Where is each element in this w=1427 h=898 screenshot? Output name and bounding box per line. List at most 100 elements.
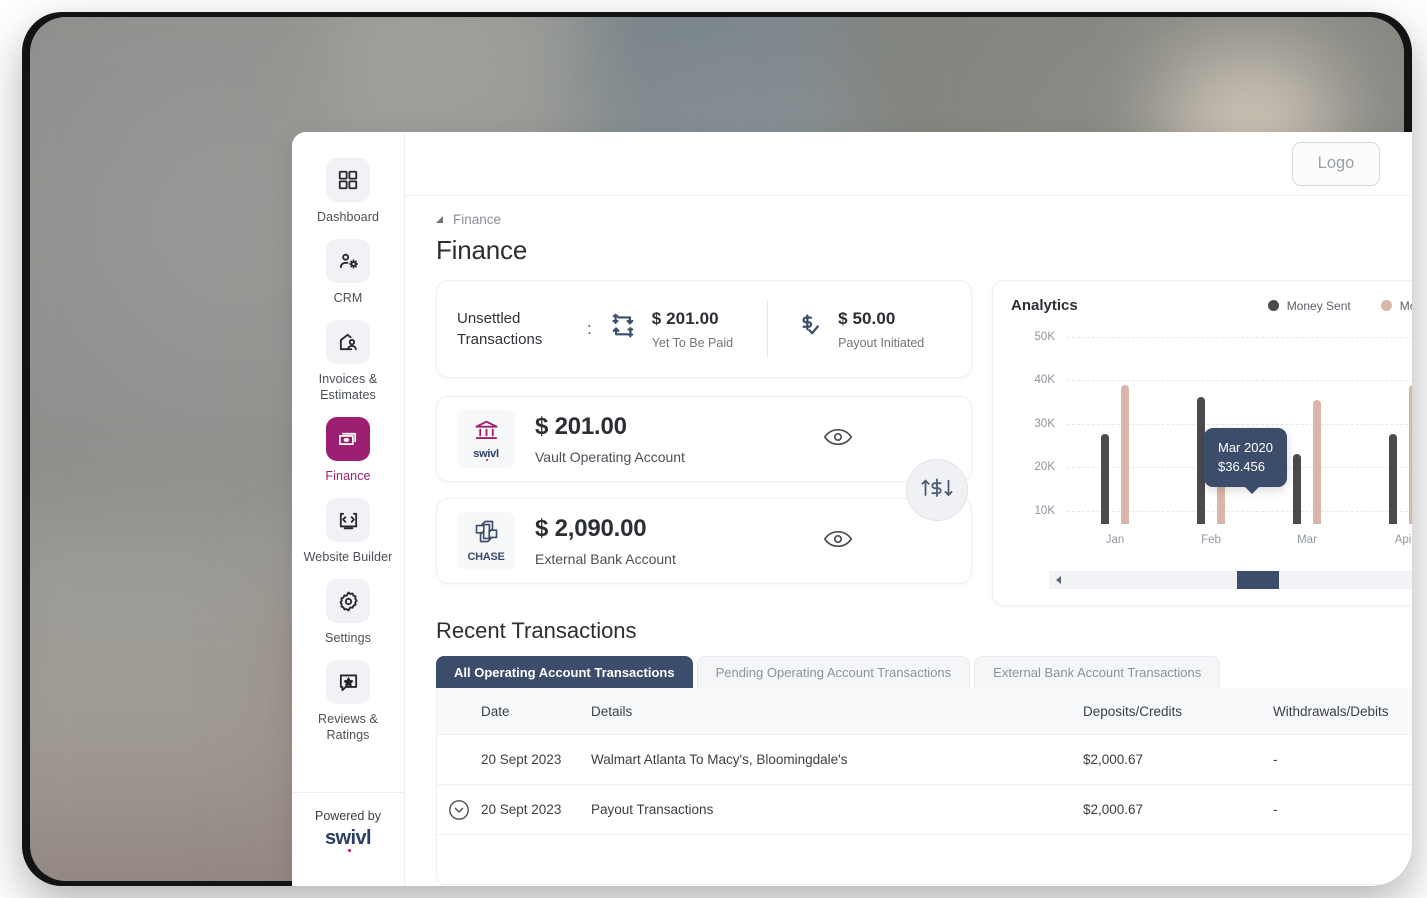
account-brand-label: CHASE xyxy=(467,551,505,563)
column-header-date: Date xyxy=(481,703,510,719)
table-empty-row xyxy=(437,834,1412,884)
sidebar-item-label: Settings xyxy=(325,631,371,645)
scroll-left-icon[interactable] xyxy=(1056,576,1061,584)
sidebar-item-settings[interactable]: Settings xyxy=(292,579,404,646)
chart-scrollbar[interactable] xyxy=(1049,571,1412,589)
bank-building-icon xyxy=(473,419,500,446)
sidebar-footer: Powered by swivl xyxy=(292,792,404,852)
column-header-deposits: Deposits/Credits xyxy=(1083,703,1183,719)
y-axis-tick: 10K xyxy=(1034,504,1055,517)
bar-money-received[interactable] xyxy=(1121,385,1129,524)
column-header-withdrawals: Withdrawals/Debits xyxy=(1273,703,1389,719)
account-amount: $ 201.00 xyxy=(535,413,627,440)
y-axis-tick: 20K xyxy=(1034,461,1055,474)
expand-cell xyxy=(437,799,481,821)
grid-icon xyxy=(326,158,370,202)
x-axis-tick: Feb xyxy=(1201,534,1221,546)
account-name: External Bank Account xyxy=(535,551,676,567)
metric-value: $ 50.00 xyxy=(838,308,896,328)
chevron-down-circle-icon[interactable] xyxy=(448,799,470,821)
chart-legend: Money Sent Money Received xyxy=(1267,298,1412,313)
sidebar-item-crm[interactable]: CRM xyxy=(292,239,404,306)
sidebar-item-reviews-ratings[interactable]: Reviews & Ratings xyxy=(292,660,404,743)
breadcrumb: Finance xyxy=(436,212,1412,227)
table-header-row: Date Details Deposits/Credits Withdrawal… xyxy=(437,688,1412,734)
bar-money-sent[interactable] xyxy=(1101,434,1109,524)
cell-date: 20 Sept 2023 xyxy=(481,802,562,817)
breadcrumb-label[interactable]: Finance xyxy=(453,212,501,227)
tooltip-value: $36.456 xyxy=(1218,459,1265,474)
sidebar-item-finance[interactable]: Finance xyxy=(292,417,404,484)
transactions-table: Date Details Deposits/Credits Withdrawal… xyxy=(436,688,1412,885)
gear-icon xyxy=(326,579,370,623)
money-exchange-icon xyxy=(608,311,638,346)
bar-money-received[interactable] xyxy=(1409,385,1412,524)
chart-scrollbar-thumb[interactable] xyxy=(1237,571,1279,589)
bar-group: Feb xyxy=(1163,328,1259,546)
bar-money-sent[interactable] xyxy=(1389,434,1397,524)
unsettled-separator: : xyxy=(587,319,592,338)
x-axis-tick: Api xyxy=(1394,534,1412,546)
sidebar-item-dashboard[interactable]: Dashboard xyxy=(292,158,404,225)
y-axis-tick: 50K xyxy=(1034,330,1055,343)
screenshot-stage: Dashboard CRM Invoices & Estimates Finan… xyxy=(0,0,1427,898)
back-triangle-icon[interactable] xyxy=(436,216,443,223)
logo-placeholder[interactable]: Logo xyxy=(1292,141,1380,186)
cell-details: Walmart Atlanta To Macy's, Bloomingdale'… xyxy=(591,752,848,767)
legend-swatch xyxy=(1267,300,1279,311)
swivl-logo-text: swivl xyxy=(325,827,372,849)
swivl-bank-logo: swivl xyxy=(457,410,515,468)
account-amount: $ 2,090.00 xyxy=(535,515,647,542)
metric-yet-to-be-paid: $ 201.00 Yet To Be Paid xyxy=(608,309,733,350)
cell-withdrawals: - xyxy=(1273,752,1278,767)
table-row[interactable]: 20 Sept 2023 Payout Transactions $2,000.… xyxy=(437,784,1412,834)
sidebar-item-website-builder[interactable]: Website Builder xyxy=(292,498,404,565)
account-brand-label: swivl xyxy=(473,447,499,461)
x-axis-tick: Mar xyxy=(1297,534,1317,546)
accounts-group: swivl $ 201.00 Vault Operating Account C… xyxy=(436,396,972,584)
sidebar-item-label: Reviews & Ratings xyxy=(318,712,378,742)
cell-deposits: $2,000.67 xyxy=(1083,802,1144,817)
chase-octagon-icon xyxy=(474,519,499,549)
bell-icon[interactable] xyxy=(1410,148,1412,180)
metric-sublabel: Payout Initiated xyxy=(838,335,925,350)
chat-star-icon xyxy=(326,660,370,704)
bar-money-sent[interactable] xyxy=(1293,453,1301,524)
cell-details: Payout Transactions xyxy=(591,802,714,817)
sidebar-item-label: CRM xyxy=(333,291,363,305)
sidebar-item-label: Website Builder xyxy=(303,550,393,564)
sidebar-item-invoices-estimates[interactable]: Invoices & Estimates xyxy=(292,320,404,403)
bar-money-received[interactable] xyxy=(1313,399,1321,524)
eye-icon[interactable] xyxy=(823,427,853,452)
sidebar-item-label: Dashboard xyxy=(316,210,380,224)
transfer-money-icon xyxy=(920,475,954,506)
analytics-header: Analytics Money Sent Money R xyxy=(1011,297,1412,314)
powered-by-label: Powered by xyxy=(314,809,381,823)
sidebar-item-label: Invoices & Estimates xyxy=(318,372,378,402)
divider xyxy=(767,300,769,358)
left-column: Unsettled Transactions : $ 201.00 Yet To… xyxy=(436,280,972,606)
content-area: Finance Finance Unsettled Transactions : xyxy=(405,196,1412,886)
account-card-vault[interactable]: swivl $ 201.00 Vault Operating Account xyxy=(436,396,972,482)
account-card-external[interactable]: CHASE $ 2,090.00 External Bank Account xyxy=(436,498,972,584)
monitor-code-icon xyxy=(326,498,370,542)
sidebar-item-label: Finance xyxy=(325,469,371,483)
tab-external-bank-account-transactions[interactable]: External Bank Account Transactions xyxy=(974,656,1221,688)
tab-pending-operating-account-transactions[interactable]: Pending Operating Account Transactions xyxy=(696,656,971,688)
metric-sublabel: Yet To Be Paid xyxy=(651,335,734,350)
tab-all-operating-account-transactions[interactable]: All Operating Account Transactions xyxy=(436,656,693,688)
analytics-card: Analytics Money Sent Money R xyxy=(992,280,1412,606)
transfer-money-button[interactable] xyxy=(906,459,968,521)
sidebar: Dashboard CRM Invoices & Estimates Finan… xyxy=(292,132,405,886)
chart-plot: 10K20K30K40K50K JanFebMarApiMay Mar 2020… xyxy=(1011,328,1412,550)
legend-label: Money Sent xyxy=(1286,298,1351,313)
table-row[interactable]: 20 Sept 2023 Walmart Atlanta To Macy's, … xyxy=(437,734,1412,784)
user-settings-icon xyxy=(326,239,370,283)
y-axis-tick: 30K xyxy=(1034,417,1055,430)
y-axis-tick: 40K xyxy=(1034,374,1055,387)
right-column: Analytics Money Sent Money R xyxy=(992,280,1412,606)
metric-value: $ 201.00 xyxy=(651,308,719,328)
x-axis-tick: Jan xyxy=(1105,534,1125,546)
transactions-tabs: All Operating Account Transactions Pendi… xyxy=(436,656,1412,688)
eye-icon[interactable] xyxy=(823,529,853,554)
